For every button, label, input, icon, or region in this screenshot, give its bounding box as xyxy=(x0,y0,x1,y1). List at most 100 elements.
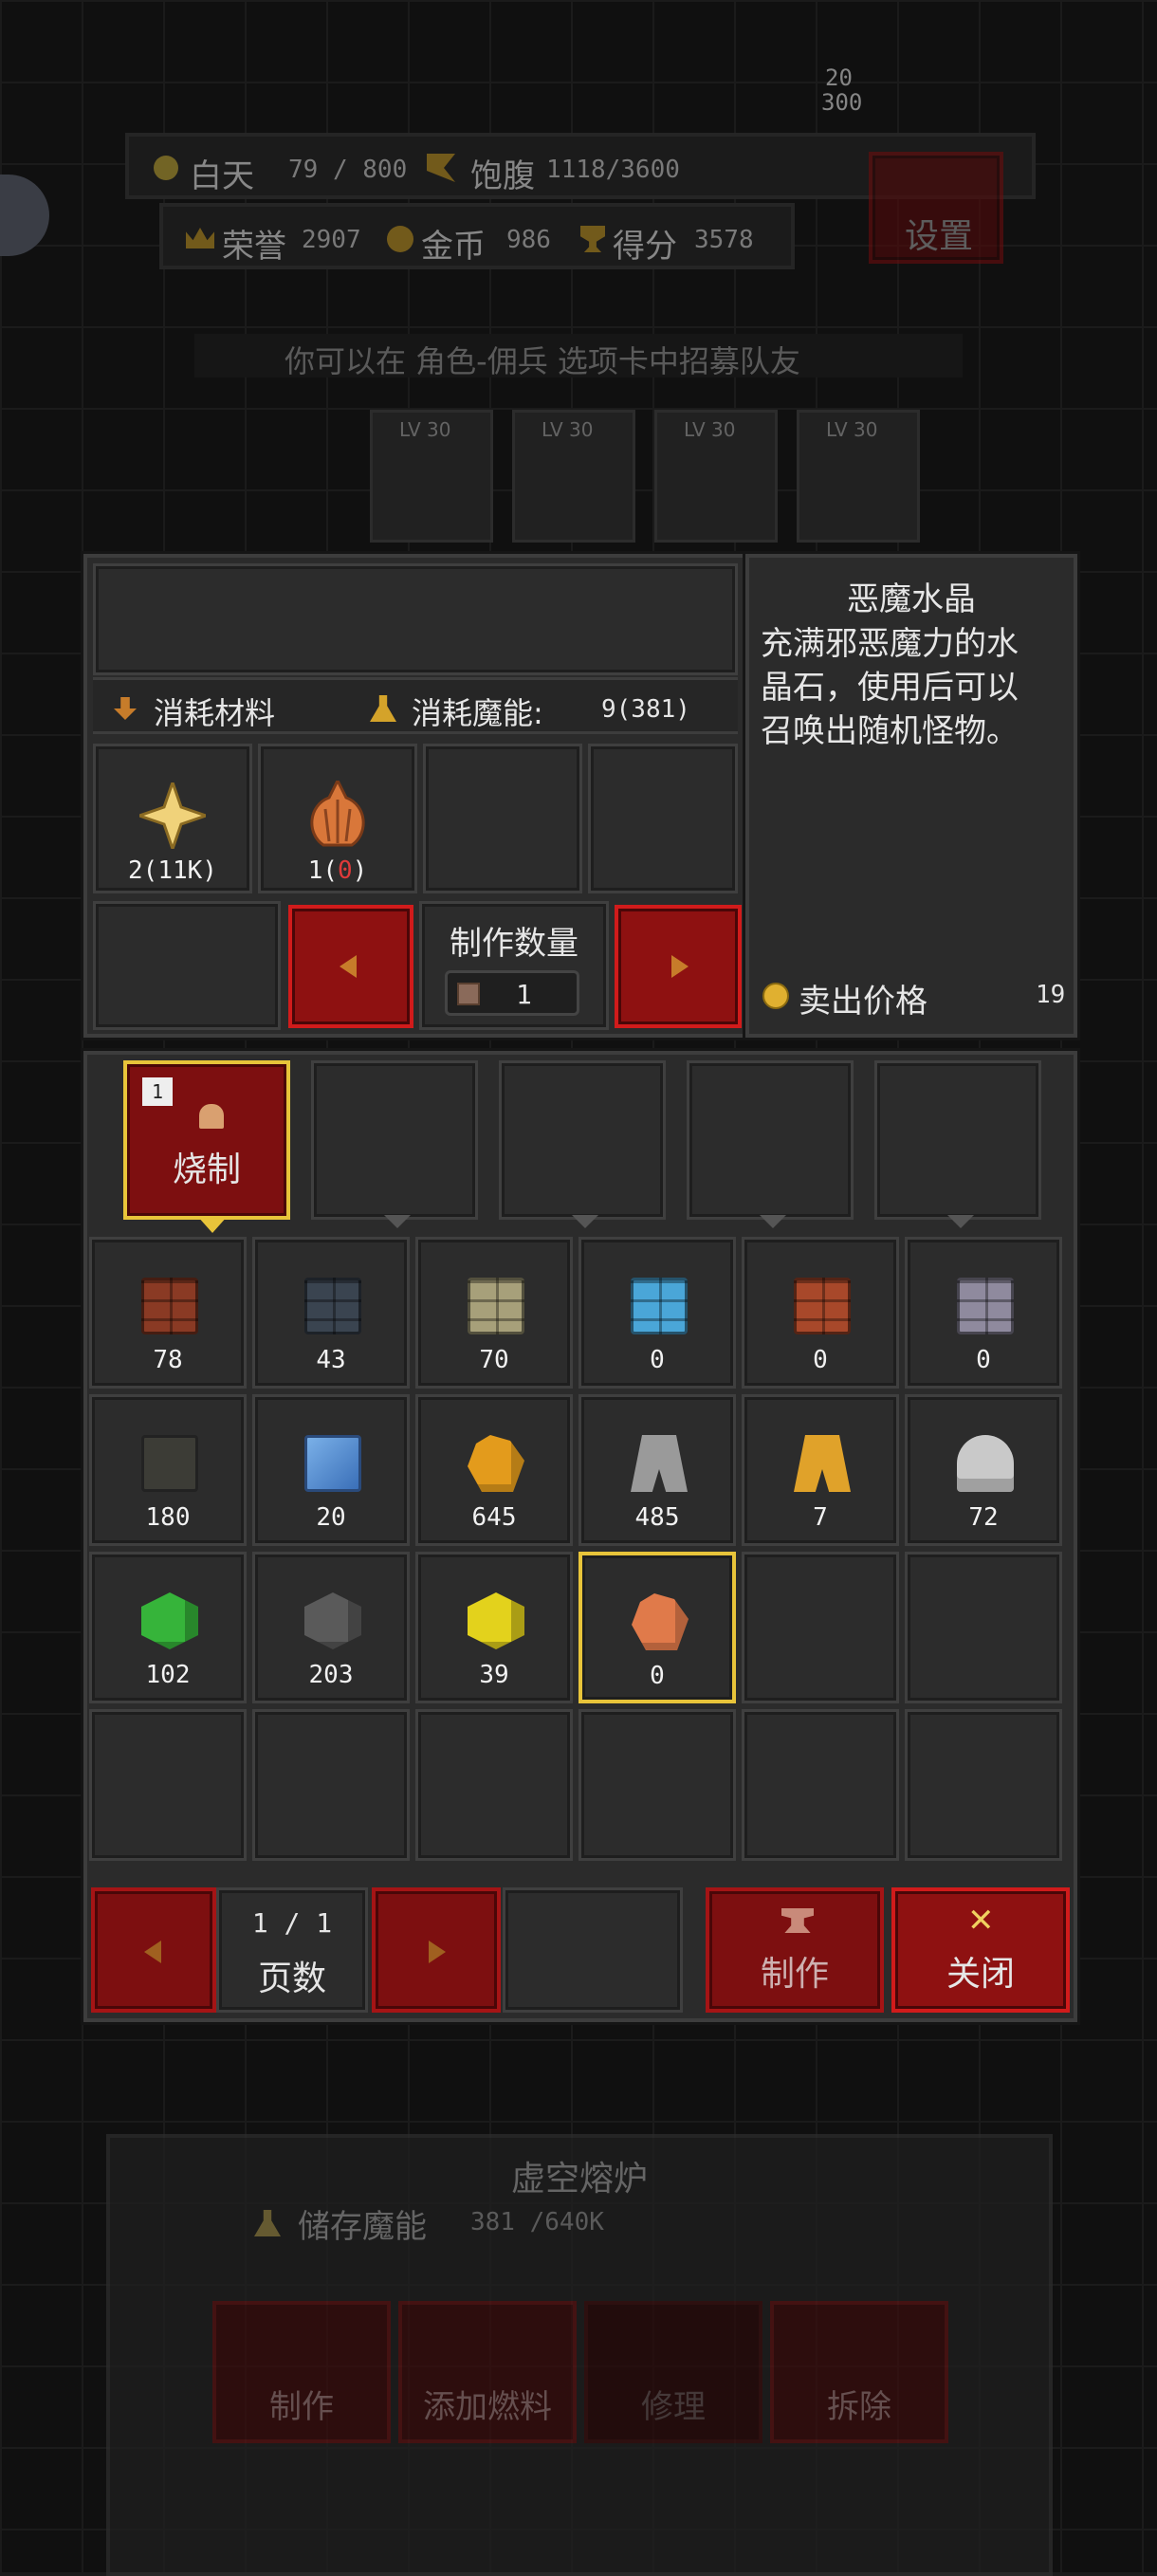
furnace-dismantle-label: 拆除 xyxy=(827,2388,891,2426)
furnace-dismantle-button[interactable]: 拆除 xyxy=(770,2301,948,2443)
gray-cube-icon xyxy=(304,1592,361,1649)
inventory-slot-empty[interactable] xyxy=(742,1552,899,1703)
dark-slate-brick-icon xyxy=(304,1278,361,1334)
sell-value: 19 xyxy=(1036,981,1066,1009)
furnace-repair-button[interactable]: 修理 xyxy=(584,2301,762,2443)
furnace-repair-label: 修理 xyxy=(641,2388,706,2426)
furnace-fuel-button[interactable]: 添加燃料 xyxy=(398,2301,577,2443)
flask-icon xyxy=(370,695,396,722)
item-count: 645 xyxy=(471,1503,517,1532)
item-description: 充满邪恶魔力的水晶石，使用后可以召唤出随机怪物。 xyxy=(761,625,1019,750)
tab-empty[interactable] xyxy=(499,1060,666,1228)
flask-icon xyxy=(254,2210,281,2236)
inventory-slot[interactable]: 78 xyxy=(89,1237,247,1389)
inventory-slot[interactable]: 0 xyxy=(578,1237,736,1389)
inventory-slot[interactable]: 102 xyxy=(89,1552,247,1703)
inventory-slot-empty[interactable] xyxy=(905,1709,1062,1861)
material-slot[interactable] xyxy=(423,744,582,893)
inventory-slot[interactable]: 72 xyxy=(905,1394,1062,1546)
item-count: 20 xyxy=(316,1503,346,1532)
material-slot[interactable] xyxy=(588,744,738,893)
tab-empty[interactable] xyxy=(687,1060,854,1228)
item-count: 0 xyxy=(650,1346,665,1374)
material-amount-insufficient: 0 xyxy=(338,856,353,885)
inventory-slot[interactable]: 0 xyxy=(578,1552,736,1703)
craft-button[interactable]: 制作 xyxy=(706,1887,884,2013)
inventory-slot[interactable]: 70 xyxy=(415,1237,573,1389)
inventory-slot[interactable]: 20 xyxy=(252,1394,410,1546)
inventory-slot-empty[interactable] xyxy=(905,1552,1062,1703)
close-label: 关闭 xyxy=(946,1955,1015,1994)
material-slot[interactable]: 1(0) xyxy=(258,744,417,893)
inventory-slot[interactable]: 180 xyxy=(89,1394,247,1546)
amber-crystal-icon xyxy=(468,1435,524,1492)
inventory-slot[interactable]: 0 xyxy=(742,1237,899,1389)
tab-burn[interactable]: 1 烧制 xyxy=(123,1060,290,1233)
material-slot[interactable]: 2(11K) xyxy=(93,744,252,893)
inventory-slot-empty[interactable] xyxy=(252,1709,410,1861)
lavender-brick-icon xyxy=(957,1278,1014,1334)
cost-row: 消耗材料 消耗魔能: 9(381) xyxy=(93,677,738,734)
quantity-decrease-button[interactable] xyxy=(288,905,413,1028)
quantity-icon xyxy=(457,983,480,1005)
green-cube-icon xyxy=(141,1592,198,1649)
item-count: 102 xyxy=(145,1661,191,1689)
onion-bulb-icon xyxy=(310,781,365,847)
dark-tablet-icon xyxy=(141,1435,198,1492)
furnace-craft-button[interactable]: 制作 xyxy=(212,2301,391,2443)
close-button[interactable]: ✕ 关闭 xyxy=(891,1887,1070,2013)
inventory-slot[interactable]: 485 xyxy=(578,1394,736,1546)
inventory-slot[interactable]: 43 xyxy=(252,1237,410,1389)
red-brick-icon xyxy=(141,1278,198,1334)
storage-label: 储存魔能 xyxy=(298,2208,427,2246)
quantity-increase-button[interactable] xyxy=(615,905,742,1028)
yellow-cube-icon xyxy=(468,1592,524,1649)
item-count: 39 xyxy=(479,1661,509,1689)
sandstone-brick-icon xyxy=(468,1278,524,1334)
inventory-slot[interactable]: 645 xyxy=(415,1394,573,1546)
close-icon: ✕ xyxy=(967,1902,995,1940)
page-indicator: 1 / 1 页数 xyxy=(216,1887,368,2013)
item-count: 485 xyxy=(634,1503,680,1532)
sell-label: 卖出价格 xyxy=(799,983,927,1021)
furnace-panel: 虚空熔炉 储存魔能 381 /640K 制作 添加燃料 修理 拆除 xyxy=(106,2134,1053,2576)
inventory-slot-empty[interactable] xyxy=(415,1709,573,1861)
left-arrow-icon xyxy=(144,1941,161,1963)
right-arrow-icon xyxy=(671,955,689,978)
item-name: 恶魔水晶 xyxy=(847,580,976,618)
magic-label: 消耗魔能: xyxy=(412,695,543,731)
furnace-title: 虚空熔炉 xyxy=(510,2160,648,2199)
inventory-panel: 1 烧制 78 43 70 0 0 0 180 20 645 485 7 72 102 203 39 0 1 … xyxy=(81,1048,1080,2025)
inventory-slot[interactable]: 203 xyxy=(252,1552,410,1703)
tab-empty[interactable] xyxy=(311,1060,478,1228)
page-value: 1 / 1 xyxy=(251,1907,333,1939)
item-count: 180 xyxy=(145,1503,191,1532)
tab-indicator-icon xyxy=(947,1215,974,1228)
right-arrow-icon xyxy=(429,1941,446,1963)
furnace-craft-label: 制作 xyxy=(269,2388,334,2426)
inventory-slot[interactable]: 39 xyxy=(415,1552,573,1703)
material-amount: 2(11K) xyxy=(128,856,217,885)
item-count: 0 xyxy=(813,1346,828,1374)
furnace-icon xyxy=(199,1104,224,1129)
quantity-label: 制作数量 xyxy=(450,925,578,963)
demon-crystal-icon xyxy=(632,1593,689,1650)
recipe-header xyxy=(93,563,738,675)
sparkle-star-icon xyxy=(139,782,206,849)
inventory-slot-empty[interactable] xyxy=(578,1709,736,1861)
page-next-button[interactable] xyxy=(372,1887,501,2013)
silver-ore-icon xyxy=(957,1435,1014,1492)
tab-indicator-icon xyxy=(760,1215,786,1228)
item-count: 78 xyxy=(153,1346,183,1374)
tab-indicator-icon xyxy=(197,1216,228,1233)
inventory-slot[interactable]: 7 xyxy=(742,1394,899,1546)
inventory-slot-empty[interactable] xyxy=(742,1709,899,1861)
ice-brick-icon xyxy=(631,1278,688,1334)
inventory-slot-empty[interactable] xyxy=(89,1709,247,1861)
page-prev-button[interactable] xyxy=(91,1887,216,2013)
inventory-grid: 78 43 70 0 0 0 180 20 645 485 7 72 102 203 39 0 xyxy=(89,1237,1072,1874)
item-count: 0 xyxy=(650,1662,665,1690)
tab-empty[interactable] xyxy=(874,1060,1041,1228)
inventory-slot[interactable]: 0 xyxy=(905,1237,1062,1389)
quantity-input[interactable]: 1 xyxy=(445,970,579,1016)
